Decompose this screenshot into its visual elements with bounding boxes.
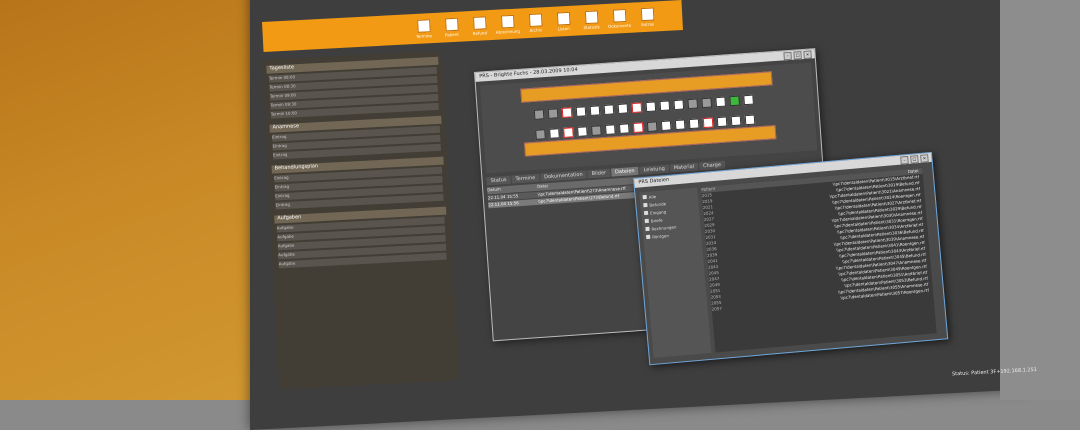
checkbox-icon[interactable] (643, 202, 648, 208)
tooth-lower[interactable] (730, 115, 742, 127)
maximize-icon[interactable]: □ (793, 51, 802, 60)
tooth-upper[interactable] (659, 100, 671, 112)
window-controls: – □ × (900, 154, 929, 165)
sidebar-item-label: Rechnungen (651, 223, 677, 232)
tooth-upper[interactable] (743, 94, 754, 106)
tab-status[interactable]: Status (486, 175, 511, 186)
sidebar-item-label: Alle (648, 193, 657, 200)
tooth-lower[interactable] (660, 120, 672, 132)
toolbar-button-3[interactable]: Abrechnung (495, 14, 521, 35)
tooth-upper[interactable] (603, 104, 615, 116)
tooth-lower[interactable] (535, 129, 546, 140)
tooth-lower[interactable] (563, 127, 574, 138)
files-list[interactable]: Patient Datei 2015 \\pc7\dentaldaten\Patien… (701, 167, 937, 353)
minimize-icon[interactable]: – (900, 155, 909, 165)
tooth-lower[interactable] (591, 125, 602, 136)
toolbar-button-label: Statistik (583, 23, 600, 30)
list-item-id: 2057 (711, 305, 723, 312)
toolbar-icon (612, 8, 626, 23)
window-controls: – □ × (783, 50, 812, 61)
sidebar-item-label: Röntgen (651, 232, 670, 240)
toolbar-icon (416, 18, 431, 33)
toolbar-button-label: Dokumente (607, 22, 632, 29)
toolbar-button-label: Befund (472, 29, 488, 36)
checkbox-icon[interactable] (642, 194, 647, 200)
tooth-lower[interactable] (577, 126, 588, 137)
tab-termine[interactable]: Termine (511, 173, 540, 184)
sidebar-item-label: Briefe (650, 217, 663, 224)
tooth-upper[interactable] (631, 102, 643, 114)
minimize-icon[interactable]: – (783, 51, 792, 61)
toolbar-icon (640, 7, 654, 21)
toolbar-icon (584, 9, 599, 24)
maximize-icon[interactable]: □ (910, 155, 919, 164)
tab-leistung[interactable]: Leistung (639, 164, 670, 175)
tooth-lower[interactable] (702, 117, 714, 129)
checkbox-icon[interactable] (645, 226, 650, 232)
tooth-lower[interactable] (744, 114, 756, 126)
sidebar-item-label: Befunde (649, 200, 667, 208)
toolbar-icon (444, 17, 459, 31)
toolbar-button-label: Listen (557, 25, 570, 32)
tooth-upper[interactable] (715, 96, 727, 108)
toolbar-button-0[interactable]: Termine (412, 18, 435, 38)
toolbar-button-6[interactable]: Statistik (580, 9, 603, 30)
tooth-lower[interactable] (688, 118, 700, 130)
files-window[interactable]: PRS Dateien – □ × Alle Befunde Eingang Brie… (633, 151, 949, 366)
toolbar-icon (500, 14, 515, 28)
tooth-lower[interactable] (716, 116, 728, 128)
tooth-upper[interactable] (701, 97, 713, 109)
tab-bilder[interactable]: Bilder (587, 168, 611, 179)
toolbar-button-2[interactable]: Befund (468, 15, 491, 36)
tooth-lower[interactable] (632, 122, 644, 134)
close-icon[interactable]: × (803, 50, 812, 59)
tab-material[interactable]: Material (669, 162, 699, 173)
toolbar-button-label: Termine (415, 32, 432, 39)
close-icon[interactable]: × (920, 154, 929, 163)
toolbar-button-label: Abrechnung (495, 28, 521, 35)
tooth-lower[interactable] (549, 128, 560, 139)
background-edge (1000, 0, 1080, 400)
tooth-lower[interactable] (605, 124, 616, 135)
tooth-upper[interactable] (547, 108, 559, 119)
toolbar-button-4[interactable]: Archiv (524, 12, 547, 33)
toolbar-button-5[interactable]: Listen (552, 11, 575, 31)
sidebar-item-label: Eingang (649, 208, 667, 216)
toolbar-icon (528, 12, 543, 27)
toolbar-button-label: Extras (641, 20, 655, 27)
tooth-upper[interactable] (729, 95, 740, 107)
toolbar-button-8[interactable]: Extras (636, 7, 659, 27)
toolbar-icon (556, 11, 571, 26)
tooth-upper[interactable] (673, 99, 685, 111)
tooth-upper[interactable] (561, 107, 573, 118)
checkbox-icon[interactable] (646, 234, 651, 240)
toolbar-icon (472, 15, 487, 30)
tooth-upper[interactable] (575, 106, 587, 117)
tooth-upper[interactable] (533, 109, 545, 120)
left-pane: Tagesliste Termin 08:00 Termin 08:30 Termin… (262, 50, 460, 390)
tab-dateien[interactable]: Dateien (610, 166, 639, 177)
tab-charge[interactable]: Charge (698, 160, 726, 171)
toolbar-button-label: Archiv (529, 26, 543, 33)
files-sidebar: Alle Befunde Eingang Briefe Rechnungen Röntge… (639, 187, 712, 358)
tooth-upper[interactable] (589, 105, 601, 116)
checkbox-icon[interactable] (644, 218, 649, 224)
tooth-upper[interactable] (645, 101, 657, 113)
tooth-lower[interactable] (646, 121, 658, 133)
tooth-upper[interactable] (617, 103, 629, 115)
tooth-lower[interactable] (674, 119, 686, 131)
tooth-lower[interactable] (618, 123, 630, 134)
tooth-upper[interactable] (687, 98, 699, 110)
toolbar-button-1[interactable]: Patient (440, 17, 463, 37)
toolbar-button-label: Patient (444, 31, 459, 37)
toolbar-button-7[interactable]: Dokumente (608, 8, 631, 28)
checkbox-icon[interactable] (643, 210, 649, 216)
